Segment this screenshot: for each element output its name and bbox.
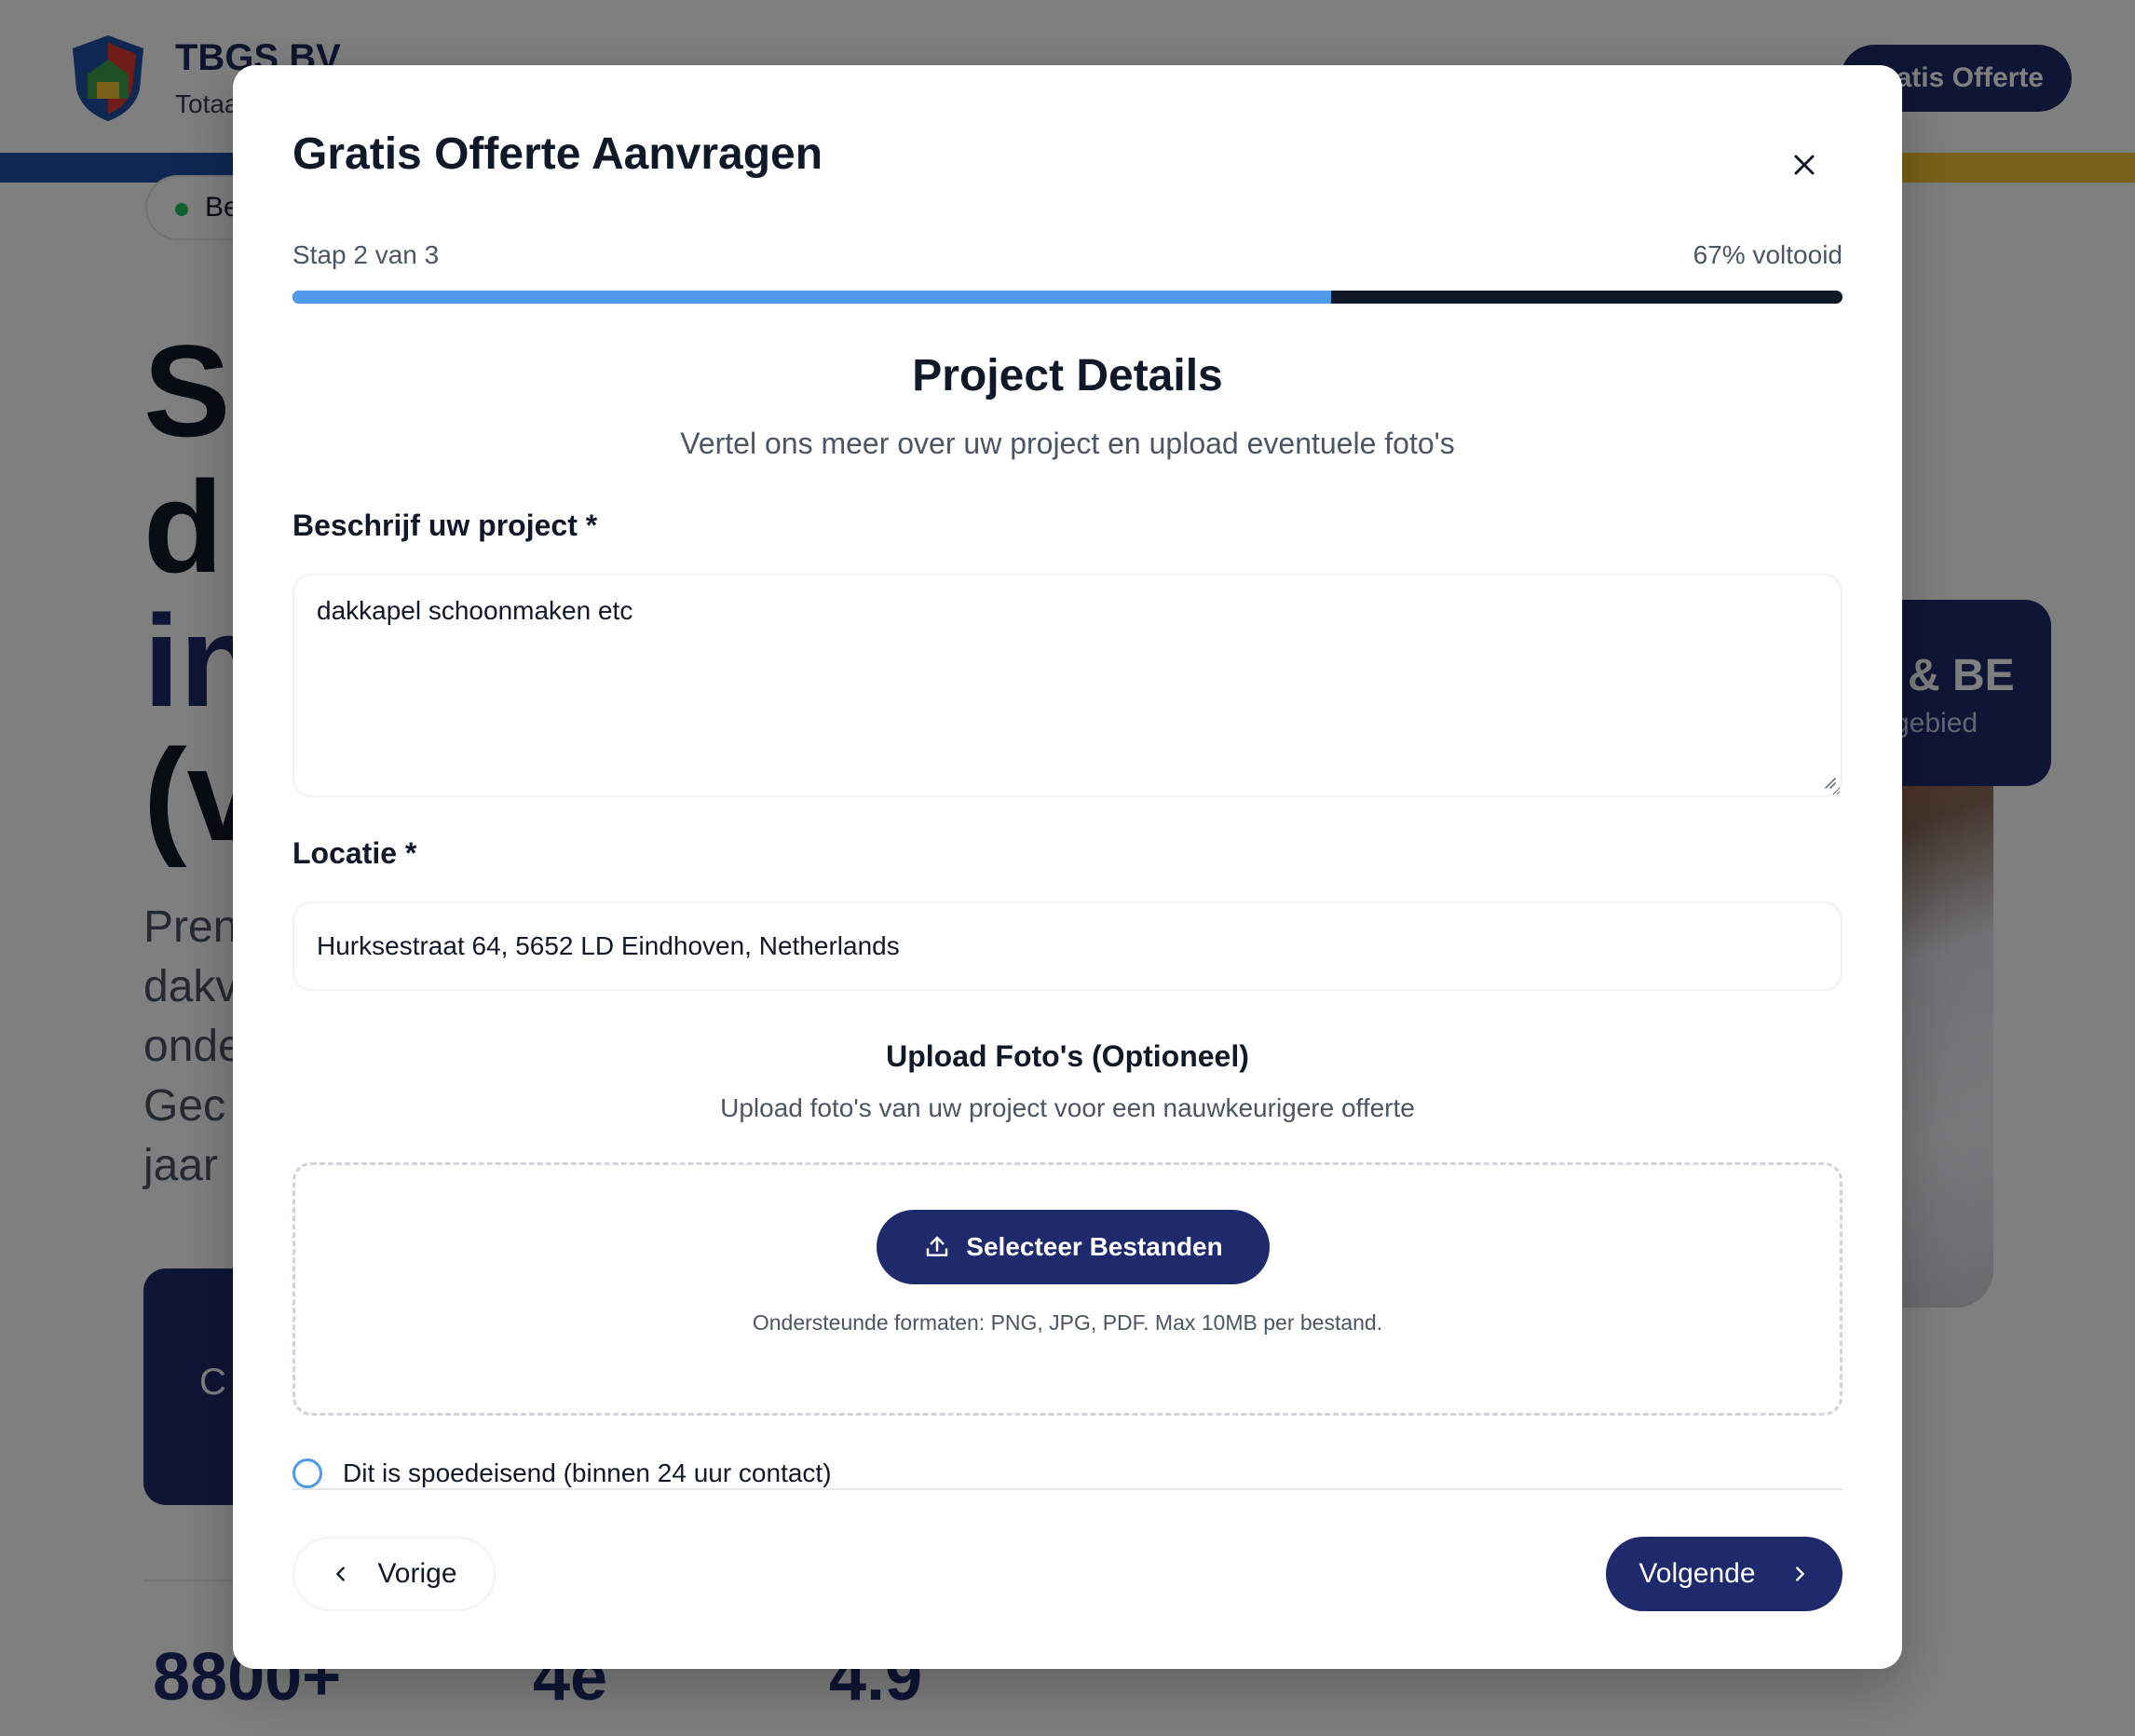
description-label: Beschrijf uw project * xyxy=(292,509,598,542)
chevron-left-icon xyxy=(336,1566,346,1581)
location-input[interactable] xyxy=(292,902,1843,991)
location-label: Locatie * xyxy=(292,836,417,870)
select-files-label: Selecteer Bestanden xyxy=(966,1232,1223,1261)
previous-button-label: Vorige xyxy=(377,1558,457,1589)
section-subtitle: Vertel ons meer over uw project en uploa… xyxy=(680,427,1455,460)
previous-button[interactable]: Vorige xyxy=(292,1537,496,1611)
upload-subtitle: Upload foto's van uw project voor een na… xyxy=(720,1093,1415,1122)
progress-bar xyxy=(292,291,1843,304)
quote-request-modal: Gratis Offerte Aanvragen Stap 2 van 3 67… xyxy=(233,65,1902,1669)
close-icon xyxy=(1794,155,1815,175)
chevron-right-icon xyxy=(1795,1566,1804,1581)
close-button[interactable] xyxy=(1781,142,1828,188)
resize-handle-icon[interactable] xyxy=(1822,775,1837,790)
upload-icon xyxy=(927,1236,948,1256)
select-files-button[interactable]: Selecteer Bestanden xyxy=(877,1210,1270,1284)
modal-title: Gratis Offerte Aanvragen xyxy=(292,129,823,179)
section-title: Project Details xyxy=(912,351,1223,400)
step-indicator: Stap 2 van 3 xyxy=(292,240,440,269)
upload-dropzone[interactable]: Selecteer Bestanden Ondersteunde formate… xyxy=(292,1162,1843,1416)
next-button[interactable]: Volgende xyxy=(1606,1537,1843,1611)
urgent-checkbox-label[interactable]: Dit is spoedeisend (binnen 24 uur contac… xyxy=(343,1458,832,1488)
upload-title: Upload Foto's (Optioneel) xyxy=(886,1039,1249,1073)
footer-divider xyxy=(292,1488,1843,1490)
urgent-checkbox-row[interactable]: Dit is spoedeisend (binnen 24 uur contac… xyxy=(292,1458,832,1488)
progress-bar-fill xyxy=(292,291,1331,304)
project-description-textarea[interactable]: dakkapel schoonmaken etc xyxy=(292,574,1843,797)
progress-percentage: 67% voltooid xyxy=(1693,240,1843,269)
urgent-checkbox[interactable] xyxy=(292,1458,322,1488)
next-button-label: Volgende xyxy=(1639,1558,1756,1589)
supported-formats-text: Ondersteunde formaten: PNG, JPG, PDF. Ma… xyxy=(752,1310,1383,1335)
